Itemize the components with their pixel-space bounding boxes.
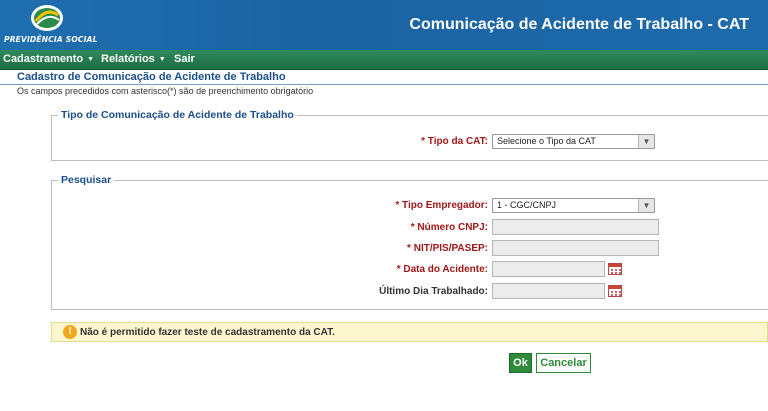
tipo-comunicacao-legend: Tipo de Comunicação de Acidente de Traba…	[61, 109, 294, 121]
menu-relatorios-label: Relatórios	[101, 53, 155, 65]
nit-pis-pasep-label: * NIT/PIS/PASEP:	[407, 243, 488, 254]
calendar-icon[interactable]	[608, 263, 622, 275]
page-subtitle: Os campos precedidos com asterisco(*) sã…	[17, 86, 314, 96]
title-divider	[0, 84, 768, 85]
tipo-empregador-select[interactable]: 1 - CGC/CNPJ ▼	[492, 198, 655, 213]
app-title: Comunicação de Acidente de Trabalho - CA…	[409, 16, 749, 33]
data-acidente-label: * Data do Acidente:	[396, 264, 488, 275]
warning-icon: !	[63, 325, 77, 339]
menu-sair-label: Sair	[174, 53, 195, 65]
previdencia-logo-icon	[31, 5, 63, 31]
menu-relatorios[interactable]: Relatórios ▼	[101, 53, 166, 65]
tipo-comunicacao-section: Tipo de Comunicação de Acidente de Traba…	[51, 109, 768, 161]
data-acidente-input[interactable]	[492, 261, 605, 277]
numero-cnpj-input[interactable]	[492, 219, 659, 235]
previdencia-logo[interactable]: PREVIDÊNCIA SOCIAL	[4, 3, 97, 47]
chevron-down-icon: ▼	[158, 56, 166, 63]
menu-cadastramento[interactable]: Cadastramento ▼	[3, 53, 94, 65]
warning-text: Não é permitido fazer teste de cadastram…	[80, 327, 335, 338]
ultimo-dia-input[interactable]	[492, 283, 605, 299]
pesquisar-legend: Pesquisar	[61, 174, 112, 186]
app-header: PREVIDÊNCIA SOCIAL Comunicação de Aciden…	[0, 0, 768, 50]
page-title: Cadastro de Comunicação de Acidente de T…	[17, 71, 286, 83]
tipo-empregador-select-value: 1 - CGC/CNPJ	[497, 200, 557, 210]
ultimo-dia-label: Último Dia Trabalhado:	[379, 286, 488, 297]
menu-bar: Cadastramento ▼ Relatórios ▼ Sair	[0, 50, 768, 70]
tipo-cat-select[interactable]: Selecione o Tipo da CAT ▼	[492, 134, 655, 149]
chevron-down-icon: ▼	[638, 135, 654, 148]
chevron-down-icon: ▼	[638, 199, 654, 212]
chevron-down-icon: ▼	[87, 56, 95, 63]
tipo-cat-select-value: Selecione o Tipo da CAT	[497, 136, 596, 146]
tipo-empregador-label: * Tipo Empregador:	[395, 200, 488, 211]
menu-sair[interactable]: Sair	[174, 53, 195, 65]
nit-pis-pasep-input[interactable]	[492, 240, 659, 256]
cancel-button[interactable]: Cancelar	[536, 353, 591, 373]
calendar-icon[interactable]	[608, 285, 622, 297]
menu-cadastramento-label: Cadastramento	[3, 53, 84, 65]
logo-text: PREVIDÊNCIA SOCIAL	[4, 35, 98, 44]
tipo-cat-label: * Tipo da CAT:	[421, 136, 488, 147]
ok-button[interactable]: Ok	[509, 353, 532, 373]
numero-cnpj-label: * Número CNPJ:	[410, 222, 488, 233]
